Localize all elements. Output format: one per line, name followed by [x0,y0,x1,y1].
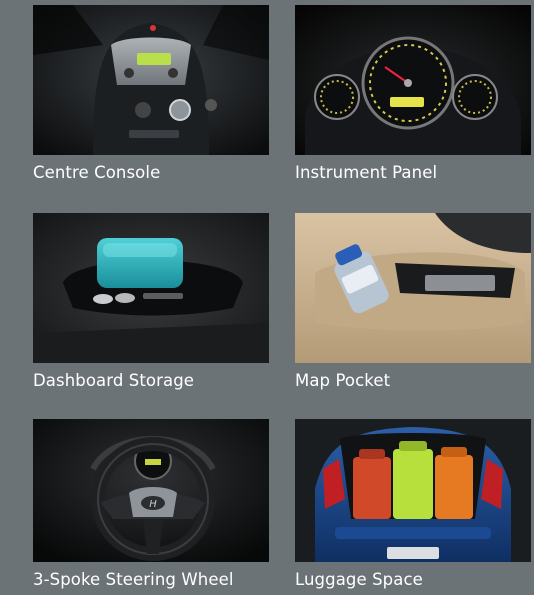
feature-caption: Map Pocket [295,371,391,390]
centre-console-photo [33,5,269,155]
feature-caption: Dashboard Storage [33,371,195,390]
feature-caption: Luggage Space [295,570,423,589]
feature-caption: Instrument Panel [295,163,438,182]
feature-card-luggage-space: Luggage Space [295,419,531,590]
feature-caption: Centre Console [33,163,161,182]
luggage-space-photo [295,419,531,562]
map-pocket-photo [295,213,531,363]
feature-card-centre-console: Centre Console [33,5,269,183]
feature-grid: Centre Console Instrument Panel Dashboar… [0,0,534,595]
svg-text:H: H [149,499,157,510]
steering-wheel-photo: H [33,419,269,562]
feature-card-steering-wheel: H 3-Spoke Steering Wheel [33,419,269,590]
instrument-panel-photo [295,5,531,155]
feature-caption: 3-Spoke Steering Wheel [33,570,234,589]
feature-card-map-pocket: Map Pocket [295,213,531,391]
feature-card-dashboard-storage: Dashboard Storage [33,213,269,391]
feature-card-instrument-panel: Instrument Panel [295,5,531,183]
dashboard-storage-photo [33,213,269,363]
